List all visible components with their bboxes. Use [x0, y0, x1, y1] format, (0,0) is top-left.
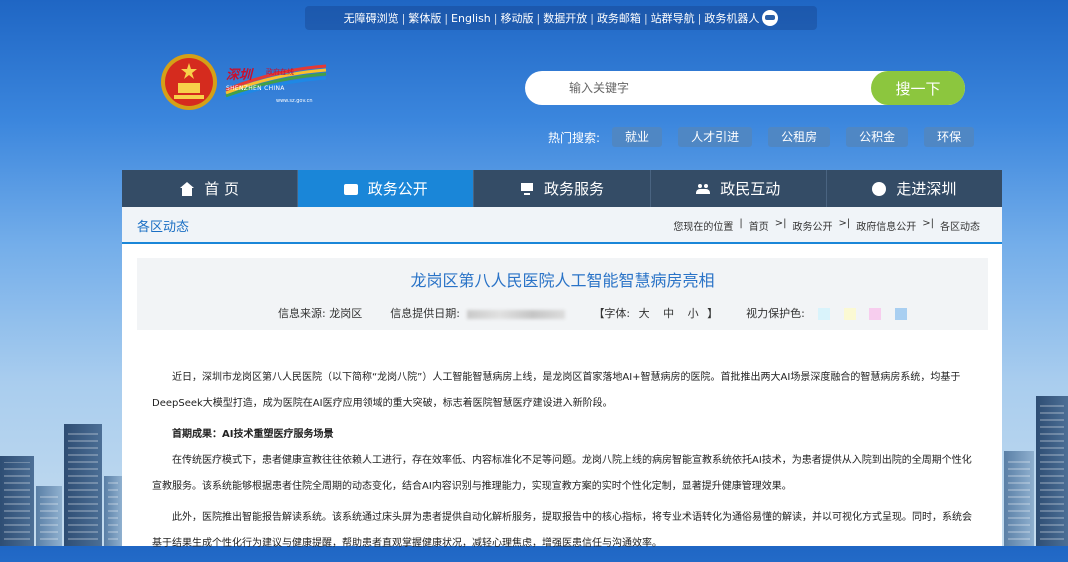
accessibility-link[interactable]: 无障碍浏览	[344, 10, 399, 26]
search-input[interactable]	[525, 71, 855, 105]
nav-interaction[interactable]: 政民互动	[651, 170, 827, 207]
source-value: 龙岗区	[329, 307, 363, 320]
hot-tag-environment[interactable]: 环保	[924, 127, 975, 147]
article-title: 龙岗区第八人民医院人工智能智慧病房亮相	[410, 271, 715, 290]
hot-search-label: 热门搜索:	[548, 130, 601, 145]
redacted-date	[467, 309, 566, 319]
font-size-small[interactable]: 小	[688, 307, 699, 320]
eye-protection-label: 视力保护色:	[746, 307, 805, 320]
breadcrumb-gov-info[interactable]: 政府信息公开	[856, 218, 916, 233]
hot-tag-talent[interactable]: 人才引进	[678, 127, 753, 147]
nav-home[interactable]: 首 页	[122, 170, 299, 207]
eye-color-dark-blue[interactable]	[894, 308, 907, 320]
date-label: 信息提供日期:	[390, 307, 460, 320]
open-data-link[interactable]: 数据开放	[543, 10, 587, 26]
city-skyline-left	[0, 386, 140, 546]
content-panel: 各区动态 您现在的位置 | 首页 >| 政务公开 >| 政府信息公开 >| 各区…	[122, 207, 1002, 549]
article-meta: 信息来源: 龙岗区 信息提供日期: 【字体: 大 中 小 】 视力保护色:	[278, 305, 907, 321]
brand-name-cn: 深圳	[226, 68, 253, 83]
article-paragraph: 近日，深圳市龙岗区第八人民医院（以下简称“龙岗八院”）人工智能智慧病房上线，是龙…	[152, 372, 961, 409]
section-header: 各区动态 您现在的位置 | 首页 >| 政务公开 >| 政府信息公开 >| 各区…	[122, 207, 1002, 244]
font-size-large[interactable]: 大	[639, 307, 650, 320]
news-icon	[343, 184, 358, 195]
brand-url: www.sz.gov.cn	[276, 98, 313, 104]
nav-gov-affairs-open[interactable]: 政务公开	[298, 170, 475, 207]
brand-name-en: SHENZHEN CHINA	[226, 85, 285, 92]
shenzhen-government-online-logo[interactable]: 深圳 政府在线 SHENZHEN CHINA www.sz.gov.cn	[224, 60, 328, 110]
breadcrumb-gov-open[interactable]: 政务公开	[793, 218, 833, 233]
source-label: 信息来源:	[278, 307, 326, 320]
mobile-link[interactable]: 移动版	[501, 10, 534, 26]
article-body: 近日，深圳市龙岗区第八人民医院（以下简称“龙岗八院”）人工智能智慧病房上线，是龙…	[152, 365, 977, 562]
eye-color-pink[interactable]	[869, 308, 882, 320]
gov-robot-link[interactable]: 政务机器人	[704, 10, 759, 26]
breadcrumb: 您现在的位置 | 首页 >| 政务公开 >| 政府信息公开 >| 各区动态	[673, 218, 980, 233]
nav-interaction-label: 政民互动	[720, 180, 781, 198]
monitor-icon	[520, 182, 534, 196]
search-button[interactable]: 搜一下	[871, 71, 965, 105]
brand-subtitle: 政府在线	[266, 68, 294, 76]
eye-protection: 视力保护色:	[746, 305, 907, 321]
english-link[interactable]: English	[451, 12, 491, 25]
nav-about-shenzhen-label: 走进深圳	[896, 180, 957, 198]
top-link-bar: 无障碍浏览 | 繁体版 | English | 移动版 | 数据开放 | 政务邮箱 | 站群…	[305, 6, 817, 30]
nav-gov-services-label: 政务服务	[544, 180, 605, 198]
breadcrumb-district-news[interactable]: 各区动态	[940, 218, 980, 233]
article-subheading: 首期成果：AI技术重塑医疗服务场景	[172, 429, 334, 440]
people-icon	[696, 182, 711, 196]
nav-about-shenzhen[interactable]: 走进深圳	[827, 170, 1002, 207]
eye-color-yellow[interactable]	[843, 308, 856, 320]
home-icon	[180, 181, 195, 196]
font-close: 】	[707, 307, 719, 320]
hot-tag-employment[interactable]: 就业	[612, 127, 663, 147]
section-title: 各区动态	[137, 220, 190, 235]
eye-color-blue[interactable]	[818, 308, 831, 320]
site-nav-link[interactable]: 站群导航	[651, 10, 695, 26]
nav-home-label: 首 页	[204, 180, 239, 198]
breadcrumb-label: 您现在的位置	[673, 222, 734, 233]
traditional-chinese-link[interactable]: 繁体版	[408, 10, 441, 26]
font-size-medium[interactable]: 中	[663, 307, 674, 320]
gov-mail-link[interactable]: 政务邮箱	[597, 10, 641, 26]
nav-gov-affairs-open-label: 政务公开	[367, 180, 428, 198]
article-paragraph: 在传统医疗模式下，患者健康宣教往往依赖人工进行，存在效率低、内容标准化不足等问题…	[152, 455, 972, 492]
national-emblem-logo	[161, 54, 217, 110]
chat-icon	[872, 181, 887, 196]
hot-tag-housing-fund[interactable]: 公积金	[846, 127, 909, 147]
robot-icon[interactable]	[762, 10, 779, 26]
hot-tag-public-housing[interactable]: 公租房	[768, 127, 831, 147]
article-header: 龙岗区第八人民医院人工智能智慧病房亮相 信息来源: 龙岗区 信息提供日期: 【字…	[137, 258, 988, 330]
breadcrumb-home[interactable]: 首页	[749, 218, 769, 233]
search-box: 搜一下	[525, 71, 965, 105]
nav-gov-services[interactable]: 政务服务	[474, 170, 651, 207]
hot-search: 热门搜索: 就业 人才引进 公租房 公积金 环保	[548, 127, 990, 147]
article-paragraph: 此外，医院推出智能报告解读系统。该系统通过床头屏为患者提供自动化解析服务，提取报…	[152, 512, 972, 549]
font-size-control: 【字体: 大 中 小 】	[593, 305, 718, 321]
main-nav: 首 页 政务公开 政务服务 政民互动 走进深圳	[122, 170, 1002, 207]
font-label: 【字体:	[593, 307, 631, 320]
